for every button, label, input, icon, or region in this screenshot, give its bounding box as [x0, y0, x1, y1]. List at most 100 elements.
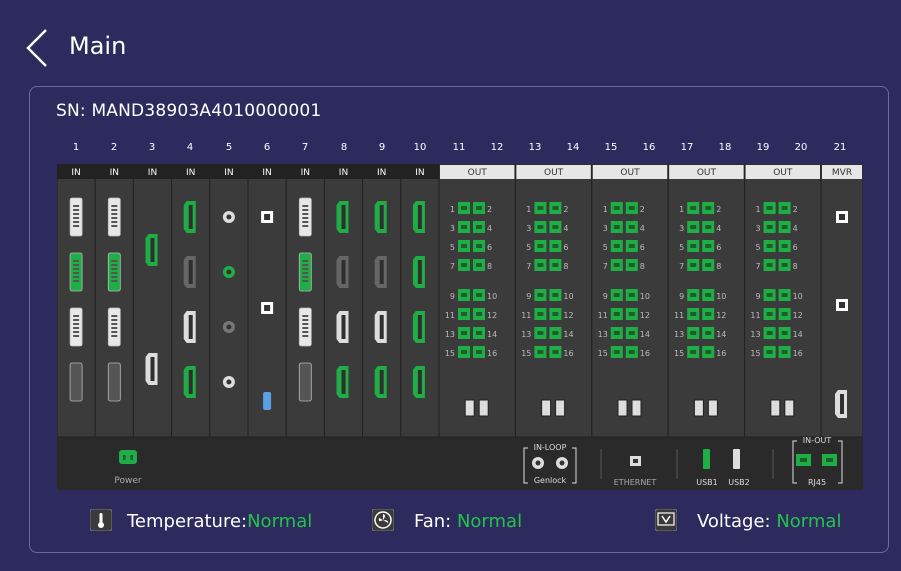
usb2-label: USB2: [728, 478, 750, 487]
port-number: 13: [750, 330, 760, 339]
slot-number: 13: [528, 142, 542, 153]
slot-number: 16: [642, 142, 656, 153]
in-label: IN: [415, 168, 424, 178]
slot-number: 21: [833, 142, 847, 153]
port-number: 4: [716, 224, 721, 233]
port-number: 11: [750, 311, 760, 320]
usb1-port: [703, 449, 710, 469]
port-number: 14: [793, 330, 803, 339]
out-label: OUT: [468, 168, 488, 178]
usb-slot: [617, 399, 628, 417]
port-number: 5: [679, 243, 684, 252]
port-number: 12: [487, 311, 497, 320]
temperature-label: Temperature:: [127, 511, 248, 532]
input-card-4: IN: [171, 164, 211, 438]
slot-number: 18: [718, 142, 732, 153]
port-number: 11: [521, 311, 531, 320]
chassis: IN IN IN IN IN IN IN IN IN IN OUT1 23 45 67 89 1011 1213…: [57, 164, 863, 490]
slot-number: 7: [301, 142, 309, 153]
input-card-body: [132, 164, 173, 438]
port-number: 13: [521, 330, 531, 339]
slot-number: 9: [378, 142, 386, 153]
port-number: 16: [716, 349, 726, 358]
port-number: 11: [674, 311, 684, 320]
power-socket-icon: [119, 450, 137, 464]
port-number: 3: [450, 224, 455, 233]
slot-number: 5: [225, 142, 233, 153]
inout-label: IN-OUT: [803, 436, 832, 445]
in-label: IN: [377, 168, 386, 178]
port-number: 16: [640, 349, 650, 358]
input-card-1: IN: [57, 164, 96, 438]
port-number: 1: [603, 205, 608, 214]
in-label: IN: [262, 168, 271, 178]
input-card-8: IN: [323, 164, 364, 438]
port-number: 5: [526, 243, 531, 252]
port-number: 4: [793, 224, 798, 233]
port-number: 7: [679, 262, 684, 271]
port-number: 3: [526, 224, 531, 233]
port-number: 9: [756, 292, 761, 301]
chevron-left-icon[interactable]: [22, 28, 52, 68]
port-number: 15: [445, 349, 455, 358]
slot-number: 20: [794, 142, 808, 153]
fan-icon: [371, 508, 395, 532]
slot-number: 8: [340, 142, 348, 153]
slot-number: 19: [756, 142, 770, 153]
port-number: 8: [716, 262, 721, 271]
port-number: 2: [563, 205, 568, 214]
usb-slot: [464, 399, 475, 417]
port-number: 14: [487, 330, 497, 339]
in-label: IN: [301, 168, 310, 178]
usb-slot: [707, 399, 718, 417]
port-number: 10: [793, 292, 803, 301]
input-card-5: IN: [209, 164, 249, 438]
voltage-icon: [654, 508, 678, 532]
usb2-port: [733, 449, 740, 469]
mvr-card: MVR: [820, 164, 863, 438]
port-number: 16: [563, 349, 573, 358]
port-number: 8: [640, 262, 645, 271]
out-label: OUT: [620, 168, 640, 178]
port-number: 13: [445, 330, 455, 339]
ethernet-label: ETHERNET: [614, 478, 657, 487]
slot-number: 15: [604, 142, 618, 153]
port-number: 8: [487, 262, 492, 271]
input-card-7: IN: [285, 164, 325, 438]
port-number: 11: [445, 311, 455, 320]
input-card-2: IN: [94, 164, 134, 438]
slot-number: 12: [490, 142, 504, 153]
port-number: 10: [487, 292, 497, 301]
port-number: 15: [750, 349, 760, 358]
usb1-label: USB1: [696, 478, 718, 487]
port-number: 14: [640, 330, 650, 339]
serial-number: SN: MAND38903A4010000001: [56, 101, 322, 121]
port-number: 12: [793, 311, 803, 320]
usb-slot: [693, 399, 704, 417]
slot-number: 1: [72, 142, 80, 153]
port-number: 9: [603, 292, 608, 301]
port-number: 6: [716, 243, 721, 252]
in-label: IN: [71, 168, 80, 178]
voltage-label: Voltage:: [697, 511, 771, 532]
port-number: 4: [487, 224, 492, 233]
output-card-2: OUT1 23 45 67 89 1011 1213 1415 16: [514, 164, 593, 438]
page-title: Main: [69, 32, 127, 60]
input-card-6: IN: [247, 164, 287, 438]
port-number: 12: [563, 311, 573, 320]
port-number: 10: [563, 292, 573, 301]
port-number: 7: [450, 262, 455, 271]
output-card-3: OUT1 23 45 67 89 1011 1213 1415 16: [591, 164, 669, 438]
output-card-1: OUT1 23 45 67 89 1011 1213 1415 16: [438, 164, 516, 438]
port-number: 6: [563, 243, 568, 252]
port-number: 13: [598, 330, 608, 339]
voltage-value: Normal: [776, 511, 842, 532]
port-number: 8: [793, 262, 798, 271]
in-label: IN: [148, 168, 157, 178]
port-number: 5: [603, 243, 608, 252]
voltage-status: Voltage: Normal: [697, 511, 841, 532]
usb-slot: [541, 399, 552, 417]
in-label: IN: [186, 168, 195, 178]
usb-slot: [478, 399, 489, 417]
port-number: 3: [679, 224, 684, 233]
